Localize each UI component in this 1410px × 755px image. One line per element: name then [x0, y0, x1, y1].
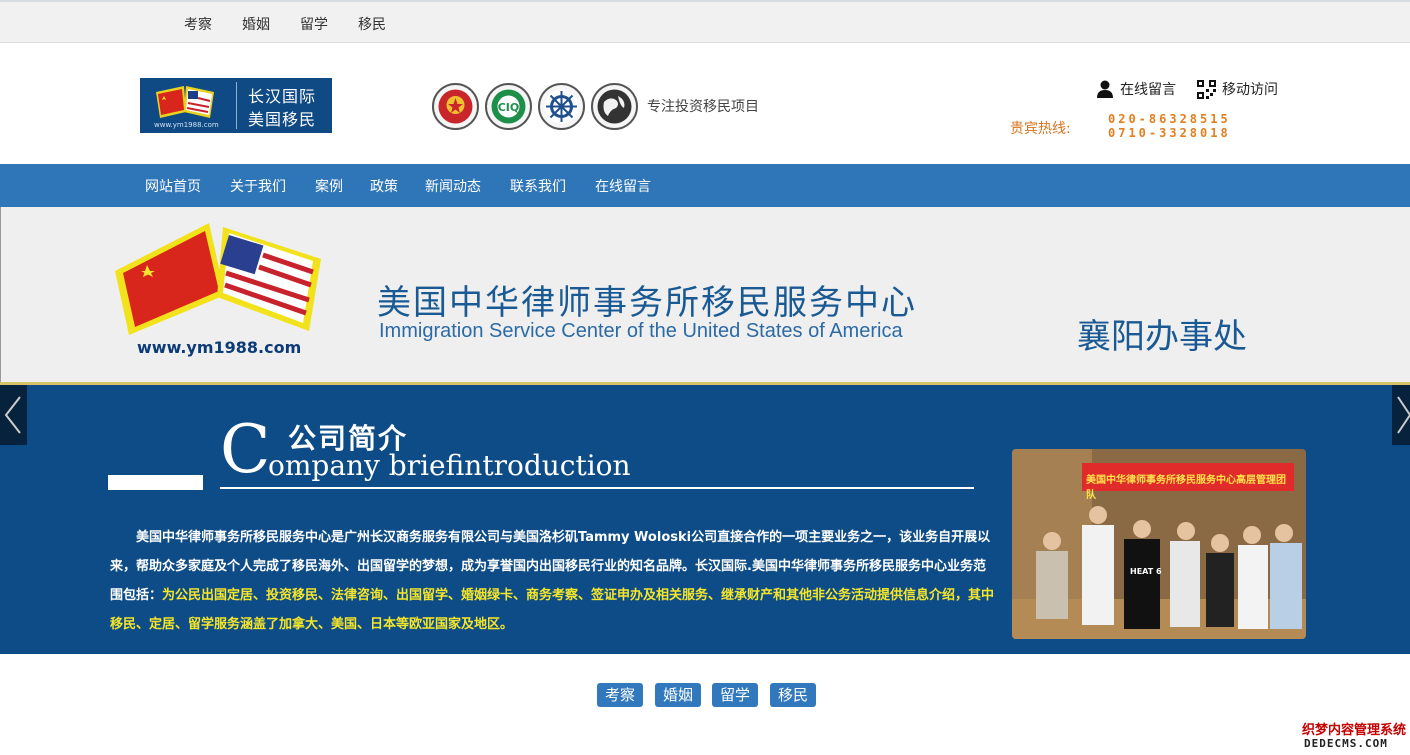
- company-intro-paragraph: 美国中华律师事务所移民服务中心是广州长汉商务服务有限公司与美国洛杉矶Tammy …: [110, 523, 998, 639]
- mobile-visit-label: 移动访问: [1222, 82, 1278, 98]
- company-intro-slide: C 公司简介 ompany briefintroduction 美国中华律师事务…: [0, 382, 1410, 654]
- health-quarantine-icon[interactable]: CIQ: [485, 83, 532, 130]
- hotline-number-2: 0710-3328018: [1108, 126, 1231, 140]
- tab-study[interactable]: 留学: [712, 683, 759, 707]
- main-nav: 网站首页 关于我们 案例 政策 新闻动态 联系我们 在线留言: [0, 164, 1410, 207]
- banner-en-title: Immigration Service Center of the United…: [379, 320, 903, 342]
- slogan-text: 专注投资移民项目: [647, 99, 759, 115]
- logo-url: www.ym1988.com: [154, 121, 219, 129]
- banner-cn-title: 美国中华律师事务所移民服务中心: [377, 283, 917, 323]
- nav-item-message[interactable]: 在线留言: [595, 176, 651, 196]
- heading-underline: [220, 487, 974, 489]
- svg-text:CIQ: CIQ: [498, 101, 520, 114]
- photo-caption: 美国中华律师事务所移民服务中心高层管理团队: [1082, 463, 1294, 501]
- nav-item-policy[interactable]: 政策: [370, 176, 398, 196]
- logo-line2: 美国移民: [248, 110, 317, 129]
- jersey-text: HEAT 6: [1130, 567, 1162, 576]
- logo-line1: 长汉国际: [248, 87, 317, 106]
- crossed-flags-icon: [115, 223, 321, 335]
- slider-prev-button[interactable]: [0, 385, 27, 445]
- tab-inspection[interactable]: 考察: [597, 683, 644, 707]
- heading-bar: [108, 475, 203, 490]
- banner-url: www.ym1988.com: [137, 338, 302, 357]
- flags-logo-icon: [156, 86, 214, 118]
- top-link-study[interactable]: 留学: [300, 14, 328, 34]
- user-icon: [1097, 80, 1113, 98]
- intro-highlight-text: 为公民出国定居、投资移民、法律咨询、出国留学、婚姻绿卡、商务考察、签证申办及相关…: [110, 588, 995, 632]
- nav-item-about[interactable]: 关于我们: [230, 176, 286, 196]
- watermark-en: DEDECMS.COM: [1304, 737, 1388, 750]
- site-logo[interactable]: www.ym1988.com 长汉国际 美国移民: [140, 78, 332, 133]
- police-emblem-icon[interactable]: [432, 83, 479, 130]
- top-link-marriage[interactable]: 婚姻: [242, 14, 270, 34]
- slider-next-button[interactable]: [1392, 385, 1410, 445]
- company-intro-en-heading: ompany briefintroduction: [268, 449, 631, 482]
- top-link-inspection[interactable]: 考察: [184, 14, 212, 34]
- watermark-cn: 织梦内容管理系统: [1302, 723, 1407, 738]
- ship-wheel-icon[interactable]: [538, 83, 585, 130]
- chevron-right-icon: [1397, 396, 1410, 434]
- top-link-immigration[interactable]: 移民: [358, 14, 386, 34]
- logo-divider: [236, 82, 237, 129]
- nav-item-news[interactable]: 新闻动态: [425, 176, 481, 196]
- header-banner: www.ym1988.com 美国中华律师事务所移民服务中心 Immigrati…: [0, 207, 1410, 382]
- heading-big-c: C: [220, 411, 271, 488]
- nav-item-cases[interactable]: 案例: [315, 176, 343, 196]
- online-message-label: 在线留言: [1120, 82, 1176, 98]
- mobile-visit-link[interactable]: 移动访问: [1197, 79, 1278, 99]
- site-header: www.ym1988.com 长汉国际 美国移民 CIQ 专注投资移民项目 在线…: [0, 43, 1410, 164]
- qr-code-icon: [1197, 79, 1216, 99]
- hotline-label: 贵宾热线:: [1010, 121, 1071, 137]
- top-bar: 考察 婚姻 留学 移民: [0, 0, 1410, 43]
- team-photo: 美国中华律师事务所移民服务中心高层管理团队 HEAT 6: [1012, 449, 1306, 639]
- online-message-link[interactable]: 在线留言: [1096, 79, 1176, 99]
- chevron-left-icon: [4, 396, 21, 434]
- hotline-number-1: 020-86328515: [1108, 112, 1231, 126]
- nav-item-home[interactable]: 网站首页: [145, 176, 201, 196]
- tab-marriage[interactable]: 婚姻: [655, 683, 702, 707]
- banner-office: 襄阳办事处: [1077, 317, 1247, 357]
- nav-item-contact[interactable]: 联系我们: [510, 176, 566, 196]
- globe-icon[interactable]: [591, 83, 638, 130]
- tab-immigration[interactable]: 移民: [770, 683, 817, 707]
